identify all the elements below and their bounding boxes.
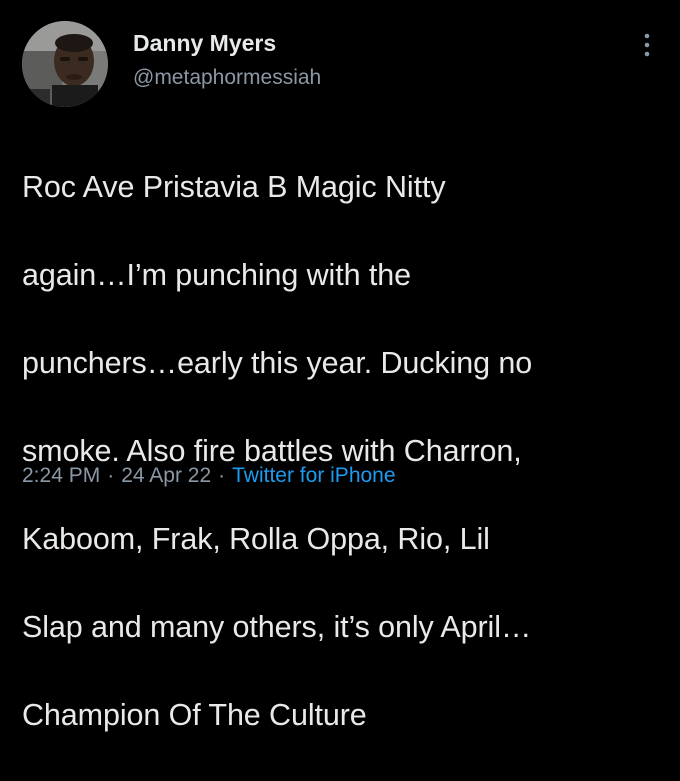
author-display-name[interactable]: Danny Myers (133, 30, 276, 57)
more-vertical-icon (644, 33, 650, 57)
meta-separator: · (218, 464, 226, 487)
tweet-text-line: Roc Ave Pristavia B Magic Nitty (22, 170, 446, 204)
user-avatar-photo-icon (22, 21, 108, 107)
tweet-source-link[interactable]: Twitter for iPhone (232, 464, 395, 487)
tweet-text-line: again…I’m punching with the (22, 258, 411, 292)
tweet-text-line: Champion Of The Culture (22, 698, 367, 732)
more-options-button[interactable] (634, 28, 660, 62)
tweet-text: Roc Ave Pristavia B Magic Nitty again…I’… (22, 121, 667, 781)
tweet-date[interactable]: 24 Apr 22 (121, 464, 211, 487)
author-avatar[interactable] (22, 21, 108, 107)
author-handle[interactable]: @metaphormessiah (133, 66, 321, 90)
tweet-text-line: punchers…early this year. Ducking no (22, 346, 533, 380)
tweet-metadata: 2:24 PM · 24 Apr 22 · Twitter for iPhone (22, 464, 396, 488)
meta-separator: · (107, 464, 115, 487)
tweet-time[interactable]: 2:24 PM (22, 464, 100, 487)
tweet-card: Danny Myers @metaphormessiah Roc Ave Pri… (0, 0, 680, 732)
tweet-text-line: Slap and many others, it’s only April… (22, 610, 532, 644)
